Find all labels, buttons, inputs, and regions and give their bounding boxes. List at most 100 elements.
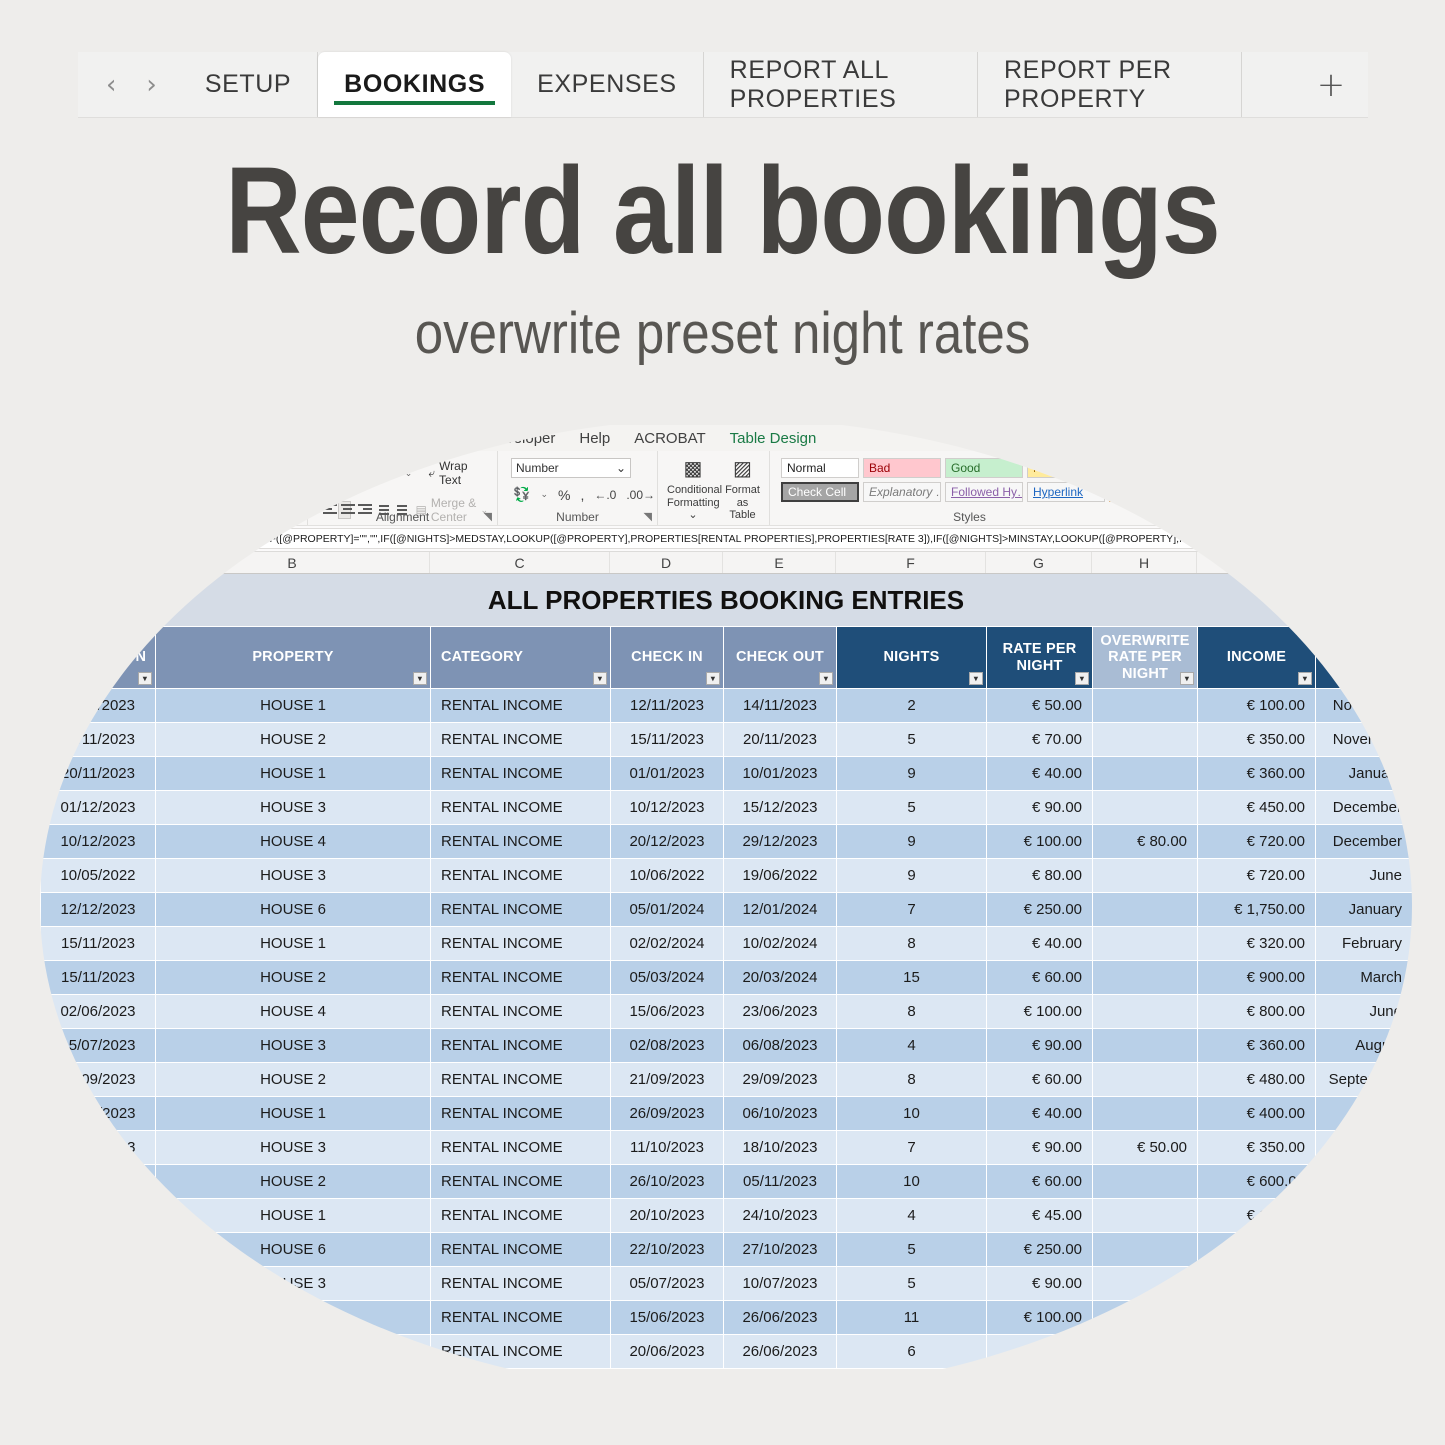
filter-icon[interactable]: ▾ bbox=[706, 672, 720, 685]
italic-button[interactable]: I bbox=[167, 487, 171, 503]
table-cell[interactable]: 17/10/2023 bbox=[41, 1199, 156, 1233]
table-cell[interactable]: RENTAL INCOME bbox=[431, 689, 611, 723]
table-cell[interactable]: 26/10/2023 bbox=[611, 1165, 724, 1199]
column-header-f[interactable]: F bbox=[836, 552, 986, 573]
filter-icon[interactable]: ▾ bbox=[593, 672, 607, 685]
table-cell[interactable]: 5 bbox=[837, 1233, 987, 1267]
table-cell[interactable]: € 60.00 bbox=[987, 961, 1093, 995]
next-sheet-icon[interactable]: › bbox=[146, 72, 156, 98]
table-cell[interactable]: RENTAL INCOME bbox=[431, 1097, 611, 1131]
table-cell[interactable]: 7 bbox=[837, 1131, 987, 1165]
alignment-launcher-icon[interactable]: ◥ bbox=[484, 510, 492, 523]
fill-button[interactable]: ⬇ Fill⌄ bbox=[1301, 476, 1392, 490]
table-cell[interactable]: € 350.00 bbox=[1198, 1131, 1316, 1165]
table-cell[interactable]: HOUSE 3 bbox=[156, 859, 431, 893]
table-cell[interactable] bbox=[1093, 1199, 1198, 1233]
underline-chevron-icon[interactable]: ⌄ bbox=[195, 490, 203, 501]
table-cell[interactable]: € 27 bbox=[1198, 1335, 1316, 1369]
table-cell[interactable]: € 90.00 bbox=[987, 1029, 1093, 1063]
table-cell[interactable]: 7 bbox=[837, 893, 987, 927]
table-cell[interactable]: RENTAL INCOME bbox=[431, 723, 611, 757]
clear-button[interactable]: ◇ Clear⌄ bbox=[1301, 496, 1392, 510]
table-cell[interactable]: 18/10/2023 bbox=[724, 1131, 837, 1165]
table-cell[interactable]: RENTAL INCOME bbox=[431, 1267, 611, 1301]
comma-style-button[interactable]: , bbox=[580, 487, 584, 503]
table-cell[interactable]: HOUSE 3 bbox=[156, 1131, 431, 1165]
table-cell[interactable]: HOUSE 2 bbox=[156, 1165, 431, 1199]
table-cell[interactable]: RENTAL INCOME bbox=[431, 893, 611, 927]
table-cell[interactable]: € 100.00 bbox=[1198, 689, 1316, 723]
name-box-chevron-icon[interactable]: ⌄ bbox=[49, 531, 60, 547]
table-cell[interactable]: 20/06/2023 bbox=[611, 1335, 724, 1369]
bold-button[interactable]: B bbox=[150, 487, 160, 503]
table-cell[interactable]: 15/11/2023 bbox=[611, 723, 724, 757]
table-cell[interactable]: HOUSE 1 bbox=[156, 1199, 431, 1233]
style-input[interactable]: Input bbox=[1109, 482, 1187, 502]
align-bottom-icon[interactable] bbox=[366, 465, 383, 481]
ribbon-tab-acrobat[interactable]: ACROBAT bbox=[622, 430, 717, 447]
table-cell[interactable]: 20/03/2024 bbox=[724, 961, 837, 995]
ribbon-tab-developer[interactable]: Developer bbox=[475, 430, 567, 447]
table-cell[interactable]: RENTAL INCOME bbox=[431, 995, 611, 1029]
table-cell[interactable]: € 450.00 bbox=[1198, 791, 1316, 825]
increase-decimal-icon[interactable]: ←.0 bbox=[594, 488, 616, 502]
table-row[interactable]: 15/11/2023HOUSE 1RENTAL INCOME02/02/2024… bbox=[41, 927, 1413, 961]
table-cell[interactable]: HOUSE 4 bbox=[156, 825, 431, 859]
table-cell[interactable] bbox=[1093, 1335, 1198, 1369]
table-cell[interactable]: 23 bbox=[41, 1301, 156, 1335]
table-cell[interactable]: 10/02/2024 bbox=[724, 927, 837, 961]
table-cell[interactable] bbox=[1093, 1029, 1198, 1063]
ribbon-tab-table-design[interactable]: Table Design bbox=[718, 430, 829, 447]
table-row[interactable]: 20/11/2023HOUSE 1RENTAL INCOME01/01/2023… bbox=[41, 757, 1413, 791]
table-cell[interactable]: € 100.00 bbox=[987, 1301, 1093, 1335]
ribbon-tab-view[interactable]: View bbox=[419, 430, 475, 447]
table-cell[interactable]: HOUSE 1 bbox=[156, 757, 431, 791]
table-cell[interactable] bbox=[1093, 1063, 1198, 1097]
table-cell[interactable]: 20/12/2023 bbox=[611, 825, 724, 859]
table-row[interactable]: 10/05/2022HOUSE 3RENTAL INCOME10/06/2022… bbox=[41, 859, 1413, 893]
table-cell[interactable]: 01/12/2023 bbox=[41, 791, 156, 825]
table-cell[interactable] bbox=[1093, 1165, 1198, 1199]
th-nights[interactable]: NIGHTS▾ bbox=[837, 627, 987, 689]
filter-icon[interactable]: ▾ bbox=[413, 672, 427, 685]
style-followed-hyperlink[interactable]: Followed Hy… bbox=[945, 482, 1023, 502]
table-cell[interactable]: € 60.00 bbox=[987, 1063, 1093, 1097]
table-cell[interactable] bbox=[1093, 995, 1198, 1029]
table-cell[interactable]: € 50.00 bbox=[1093, 1131, 1198, 1165]
table-cell[interactable]: November bbox=[1316, 723, 1413, 757]
orientation-icon[interactable]: ⤢ bbox=[389, 466, 399, 481]
column-header-a[interactable]: A bbox=[40, 552, 155, 573]
prev-sheet-icon[interactable]: ‹ bbox=[106, 72, 116, 98]
th-month[interactable]: MONTH bbox=[1316, 627, 1413, 689]
column-header-d[interactable]: D bbox=[610, 552, 723, 573]
table-cell[interactable] bbox=[1093, 893, 1198, 927]
table-cell[interactable]: € 320.00 bbox=[1198, 927, 1316, 961]
table-row[interactable]: 01/12/2023HOUSE 3RENTAL INCOME10/12/2023… bbox=[41, 791, 1413, 825]
table-cell[interactable]: € 360.00 bbox=[1198, 1029, 1316, 1063]
style-neutral[interactable]: Neutral bbox=[1027, 458, 1105, 478]
formula-input[interactable]: =IF([@NIGHTS]="","",IF([@PROPERTY]="",""… bbox=[159, 528, 1412, 549]
th-check-out[interactable]: CHECK OUT▾ bbox=[724, 627, 837, 689]
table-cell[interactable]: 24/10/2023 bbox=[724, 1199, 837, 1233]
th-category[interactable]: CATEGORY▾ bbox=[431, 627, 611, 689]
fill-chevron-icon[interactable]: ⌄ bbox=[269, 490, 277, 501]
autosum-button[interactable]: ∑ bbox=[1301, 458, 1392, 472]
format-painter-button[interactable]: …mat Painter bbox=[55, 484, 128, 514]
table-cell[interactable]: 10/12/2023 bbox=[41, 825, 156, 859]
column-header-h[interactable]: H bbox=[1092, 552, 1197, 573]
accounting-format-icon[interactable]: 💱 bbox=[513, 486, 530, 503]
table-cell[interactable] bbox=[1093, 859, 1198, 893]
table-cell[interactable]: RENTAL INCOME bbox=[431, 1165, 611, 1199]
table-cell[interactable]: 12/12/2023 bbox=[41, 893, 156, 927]
table-cell[interactable]: € 90.00 bbox=[987, 1131, 1093, 1165]
ribbon-tab-formulas[interactable]: Formulas bbox=[203, 430, 290, 447]
table-row[interactable]: 12/12/2023HOUSE 6RENTAL INCOME05/01/2024… bbox=[41, 893, 1413, 927]
font-launcher-icon[interactable]: ◥ bbox=[294, 510, 302, 523]
table-cell[interactable]: € 250.00 bbox=[987, 893, 1093, 927]
table-cell[interactable]: HOUSE 1 bbox=[156, 1335, 431, 1369]
table-row[interactable]: 15/07/2023HOUSE 3RENTAL INCOME02/08/2023… bbox=[41, 1029, 1413, 1063]
insert-function-icon[interactable]: fx bbox=[139, 530, 150, 547]
table-cell[interactable]: RENTAL INCOME bbox=[431, 1131, 611, 1165]
table-cell[interactable]: HOUSE 3 bbox=[156, 1029, 431, 1063]
table-cell[interactable]: October bbox=[1316, 1131, 1413, 1165]
